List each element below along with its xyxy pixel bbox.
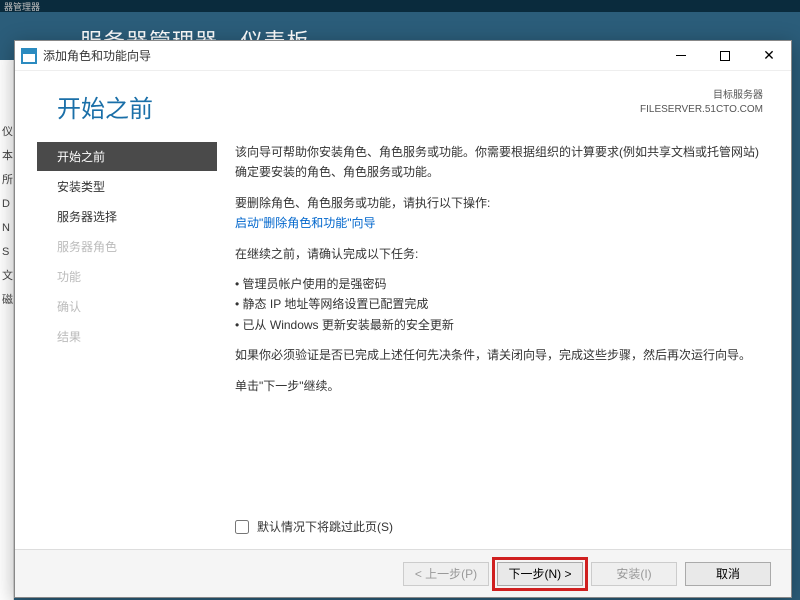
- remove-label: 要删除角色、角色服务或功能，请执行以下操作:: [235, 196, 490, 210]
- step-6: 结果: [37, 322, 217, 351]
- skip-row: 默认情况下将跳过此页(S): [15, 510, 791, 549]
- close-icon: ✕: [763, 47, 775, 64]
- window-controls: ✕: [659, 42, 791, 70]
- maximize-button[interactable]: [703, 42, 747, 70]
- target-server-info: 目标服务器 FILESERVER.51CTO.COM: [640, 89, 763, 117]
- install-button: 安装(I): [591, 562, 677, 586]
- continue-text: 单击"下一步"继续。: [235, 376, 761, 396]
- bullet-1: 静态 IP 地址等网络设置已配置完成: [235, 294, 761, 314]
- prerequisite-list: 管理员帐户使用的是强密码静态 IP 地址等网络设置已配置完成已从 Windows…: [235, 274, 761, 335]
- prerequisite-label: 在继续之前，请确认完成以下任务:: [235, 244, 761, 264]
- step-0[interactable]: 开始之前: [37, 142, 217, 171]
- bullet-0: 管理员帐户使用的是强密码: [235, 274, 761, 294]
- titlebar-text: 添加角色和功能向导: [43, 47, 659, 64]
- next-button[interactable]: 下一步(N) >: [497, 562, 583, 586]
- step-5: 确认: [37, 292, 217, 321]
- remove-section: 要删除角色、角色服务或功能，请执行以下操作: 启动"删除角色和功能"向导: [235, 193, 761, 234]
- background-topbar: 器管理器: [0, 0, 800, 12]
- wizard-dialog: 添加角色和功能向导 ✕ 开始之前 目标服务器 FILESERVER.51CTO.…: [14, 40, 792, 598]
- intro-text: 该向导可帮助你安装角色、角色服务或功能。你需要根据组织的计算要求(例如共享文档或…: [235, 142, 761, 183]
- target-value: FILESERVER.51CTO.COM: [640, 103, 763, 117]
- target-label: 目标服务器: [640, 89, 763, 103]
- header: 开始之前 目标服务器 FILESERVER.51CTO.COM: [15, 71, 791, 138]
- verify-text: 如果你必须验证是否已完成上述任何先决条件，请关闭向导，完成这些步骤，然后再次运行…: [235, 345, 761, 365]
- skip-checkbox[interactable]: [235, 520, 249, 534]
- minimize-button[interactable]: [659, 42, 703, 70]
- background-left-items: 仪本所DNS文磁: [2, 120, 13, 312]
- body: 开始之前安装类型服务器选择服务器角色功能确认结果 该向导可帮助你安装角色、角色服…: [15, 138, 791, 510]
- steps-sidebar: 开始之前安装类型服务器选择服务器角色功能确认结果: [37, 138, 217, 510]
- close-button[interactable]: ✕: [747, 42, 791, 70]
- app-icon: [21, 48, 37, 64]
- skip-label: 默认情况下将跳过此页(S): [257, 518, 393, 535]
- previous-button: < 上一步(P): [403, 562, 489, 586]
- step-2[interactable]: 服务器选择: [37, 202, 217, 231]
- step-3: 服务器角色: [37, 232, 217, 261]
- titlebar: 添加角色和功能向导 ✕: [15, 41, 791, 71]
- content-pane: 该向导可帮助你安装角色、角色服务或功能。你需要根据组织的计算要求(例如共享文档或…: [217, 138, 781, 510]
- footer: < 上一步(P) 下一步(N) > 安装(I) 取消: [15, 549, 791, 597]
- maximize-icon: [720, 51, 730, 61]
- minimize-icon: [676, 55, 686, 56]
- bullet-2: 已从 Windows 更新安装最新的安全更新: [235, 315, 761, 335]
- step-4: 功能: [37, 262, 217, 291]
- remove-wizard-link[interactable]: 启动"删除角色和功能"向导: [235, 216, 376, 230]
- step-1[interactable]: 安装类型: [37, 172, 217, 201]
- cancel-button[interactable]: 取消: [685, 562, 771, 586]
- page-heading: 开始之前: [57, 89, 153, 124]
